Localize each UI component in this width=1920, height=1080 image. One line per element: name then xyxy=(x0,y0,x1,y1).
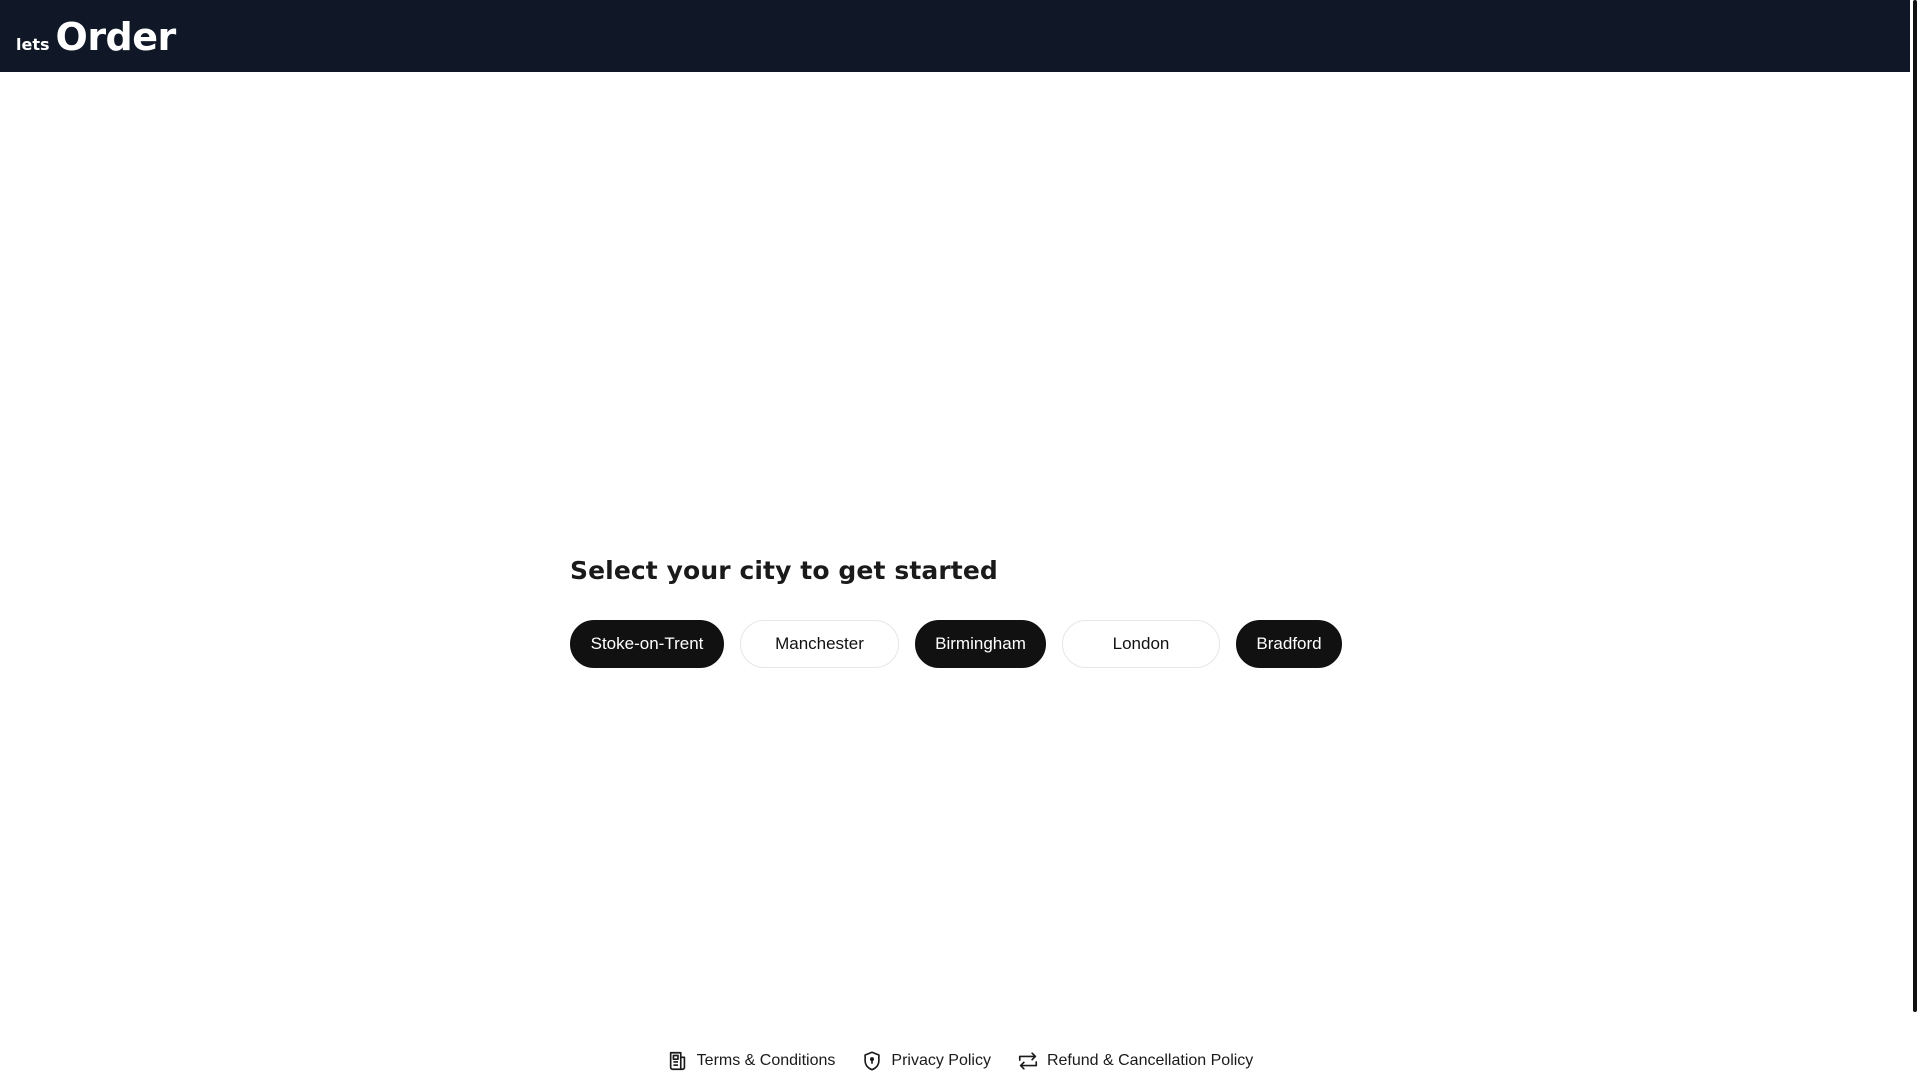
city-selector-heading: Select your city to get started xyxy=(570,556,998,585)
document-icon xyxy=(667,1050,689,1072)
top-navbar: lets Order xyxy=(0,0,1910,72)
city-selector: Select your city to get started Stoke-on… xyxy=(570,556,1342,668)
privacy-policy-link[interactable]: Privacy Policy xyxy=(861,1050,991,1072)
refund-cancellation-label: Refund & Cancellation Policy xyxy=(1046,1052,1254,1069)
logo-small-text: lets xyxy=(16,35,50,54)
vertical-scrollbar[interactable] xyxy=(1910,0,1920,1080)
terms-conditions-link[interactable]: Terms & Conditions xyxy=(667,1050,836,1072)
terms-conditions-label: Terms & Conditions xyxy=(696,1052,836,1069)
city-list: Stoke-on-Trent Manchester Birmingham Lon… xyxy=(570,620,1342,668)
shield-icon xyxy=(861,1050,883,1072)
refund-cancellation-link[interactable]: Refund & Cancellation Policy xyxy=(1017,1050,1253,1072)
privacy-policy-label: Privacy Policy xyxy=(891,1052,991,1069)
app-logo[interactable]: lets Order xyxy=(16,18,176,56)
city-button-london[interactable]: London xyxy=(1062,620,1220,668)
city-button-bradford[interactable]: Bradford xyxy=(1236,620,1342,668)
logo-main-text: Order xyxy=(55,15,177,59)
footer: Terms & Conditions Privacy Policy Refund… xyxy=(0,1046,1910,1076)
city-button-stoke-on-trent[interactable]: Stoke-on-Trent xyxy=(570,620,724,668)
scrollbar-thumb[interactable] xyxy=(1913,0,1917,1012)
repeat-icon xyxy=(1017,1050,1039,1072)
city-button-birmingham[interactable]: Birmingham xyxy=(915,620,1046,668)
page: lets Order Select your city to get start… xyxy=(0,0,1920,1080)
city-button-manchester[interactable]: Manchester xyxy=(740,620,899,668)
